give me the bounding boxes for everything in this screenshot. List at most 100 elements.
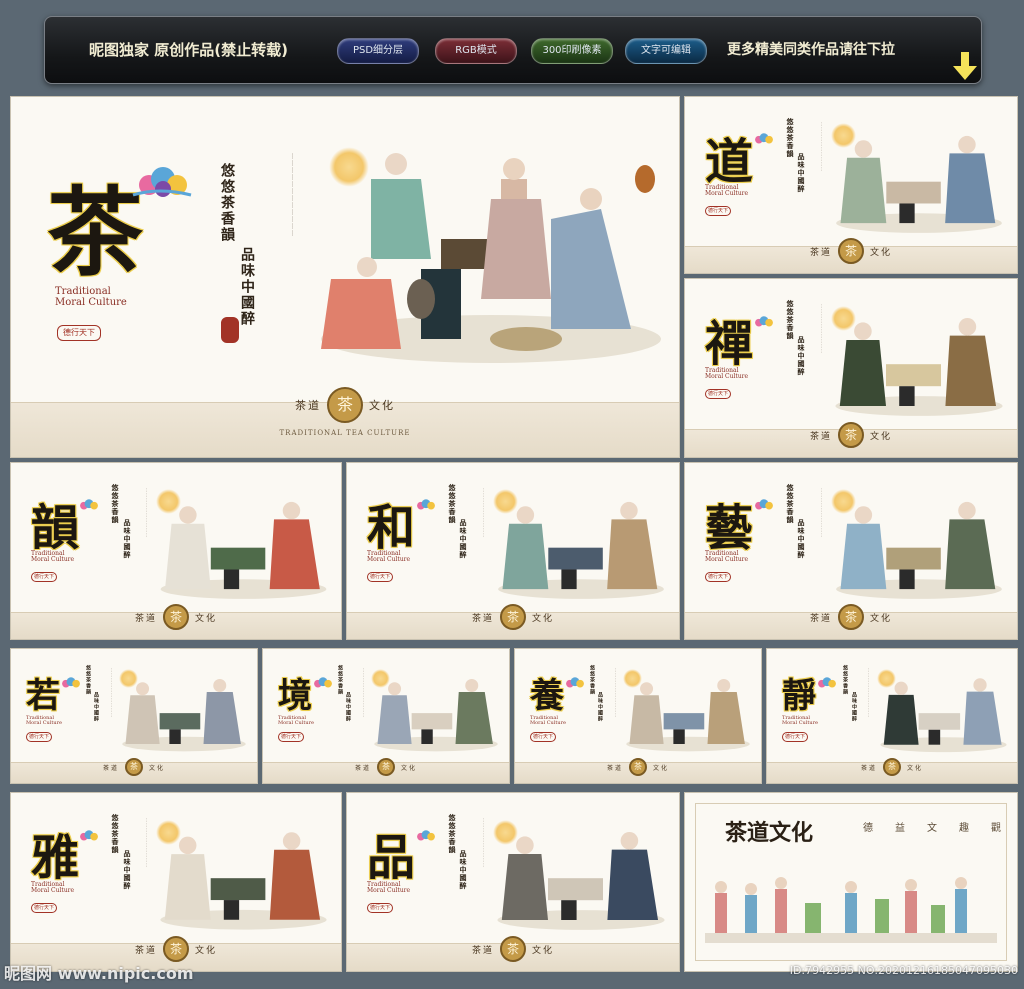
virtue-seal: 德行天下: [530, 732, 557, 742]
tmc-line-2: Moral Culture: [278, 720, 314, 727]
slogan-line-1: 悠悠茶香韻: [111, 814, 120, 854]
tea-scene-illustration: [160, 501, 327, 599]
tea-emblem: 茶道茶文化: [472, 936, 554, 962]
panel-big-char: 道: [705, 134, 754, 190]
emblem-tea-char: 茶: [125, 758, 143, 776]
tmc-label: Traditional Moral Culture: [31, 550, 75, 564]
scroll-char-3: 文: [927, 823, 937, 834]
top-banner: 昵图独家 原创作品(禁止转载) PSD细分层 RGB模式 300印刷像素 文字可…: [44, 16, 982, 84]
tmc-line-2: Moral Culture: [31, 556, 75, 564]
virtue-seal: 德行天下: [26, 732, 53, 742]
tmc-label: Traditional Moral Culture: [367, 881, 410, 895]
auspicious-cloud-icon: [755, 499, 773, 510]
emblem-text-right: 文化: [532, 613, 555, 624]
slogan-line-2: 品味中國醉: [459, 850, 468, 890]
tea-scene-illustration: [497, 832, 665, 930]
slogan-line-2: 品味中國醉: [239, 247, 255, 327]
emblem-text-right: 文化: [195, 613, 218, 624]
tmc-label: Traditional Moral Culture: [26, 715, 62, 727]
tea-scene-illustration: [836, 135, 1002, 233]
auspicious-cloud-icon: [80, 499, 98, 510]
tmc-line-2: Moral Culture: [705, 190, 749, 198]
editable-text-badge: 文字可编辑: [625, 38, 707, 64]
panel-big-char: 禪: [705, 316, 754, 372]
panel-big-char: 若: [26, 676, 60, 716]
traditional-moral-culture-label: Traditional Moral Culture: [55, 286, 127, 308]
auspicious-cloud-icon: [80, 830, 98, 841]
emblem-text-left: 茶道: [809, 431, 832, 442]
emblem-text-left: 茶道: [354, 764, 371, 772]
emblem-text-right: 文化: [532, 945, 555, 956]
emblem-text-right: 文化: [870, 431, 893, 442]
arrow-down-icon[interactable]: [953, 50, 977, 82]
panel-big-char: 藝: [705, 500, 754, 556]
tmc-line-1: Traditional: [55, 286, 111, 297]
scroll-char-1: 德: [863, 823, 873, 834]
main-body-text: ………………………………: [290, 153, 297, 237]
tmc-label: Traditional Moral Culture: [782, 715, 818, 727]
auspicious-cloud-icon: [62, 677, 80, 688]
panel-big-char: 品: [367, 830, 416, 886]
tea-emblem: 茶道茶文化: [607, 758, 669, 776]
tea-panel: 品 Traditional Moral Culture 德行天下………………………… 悠…: [346, 792, 680, 972]
auspicious-cloud-icon: [417, 830, 435, 841]
auspicious-cloud-icon: [417, 499, 435, 510]
emblem-text-left: 茶道: [471, 613, 494, 624]
slogan-line-2: 品味中國醉: [345, 692, 351, 722]
emblem-text-left: 茶道: [134, 613, 157, 624]
emblem-tea-char: 茶: [838, 422, 864, 448]
emblem-tea-char: 茶: [838, 604, 864, 630]
slogan-line-1: 悠悠茶香韻: [448, 484, 457, 524]
emblem-text-left: 茶道: [295, 399, 321, 412]
scroll-down-hint[interactable]: 更多精美同类作品请往下拉: [727, 39, 895, 59]
tmc-line-2: Moral Culture: [367, 556, 411, 564]
virtue-seal: 德行天下: [31, 903, 58, 913]
emblem-text-left: 茶道: [809, 247, 832, 258]
emblem-text-left: 茶道: [102, 764, 119, 772]
virtue-seal: 德行天下: [367, 903, 394, 913]
tea-emblem: 茶道茶文化: [810, 422, 892, 448]
tmc-line-2: Moral Culture: [705, 556, 749, 564]
emblem-text-right: 文化: [870, 613, 893, 624]
banner-title: 昵图独家 原创作品(禁止转载): [89, 41, 288, 59]
tea-panel: 禪 Traditional Moral Culture 德行天下………………………… 悠…: [684, 278, 1018, 458]
tea-panel: 道 Traditional Moral Culture 德行天下………………………… 悠…: [684, 96, 1018, 274]
slogan-line-1: 悠悠茶香韻: [111, 484, 120, 524]
slogan-line-2: 品味中國醉: [797, 153, 806, 193]
emblem-tea-char: 茶: [377, 758, 395, 776]
tea-panel: 若 Traditional Moral Culture 德行天下………………………… 悠…: [10, 648, 258, 784]
auspicious-cloud-icon: [755, 316, 773, 327]
scroll-painting-panel: 茶道文化 德 益 文 趣 觀: [684, 792, 1018, 972]
footer-caption: TRADITIONAL TEA CULTURE: [279, 429, 411, 437]
scroll-side-chars: 德 益 文 趣 觀: [863, 819, 1001, 834]
emblem-text-right: 文化: [870, 247, 893, 258]
tea-emblem: 茶道茶文化: [135, 604, 217, 630]
emblem-tea-char: 茶: [327, 387, 363, 423]
emblem-tea-char: 茶: [883, 758, 901, 776]
tmc-label: Traditional Moral Culture: [278, 715, 314, 727]
virtue-seal: 德行天下: [705, 389, 732, 399]
emblem-tea-char: 茶: [629, 758, 647, 776]
tea-scene-illustration: [160, 832, 327, 930]
scroll-char-4: 趣: [959, 823, 969, 834]
panel-big-char: 養: [530, 676, 564, 716]
slogan-line-2: 品味中國醉: [597, 692, 603, 722]
tea-scene-illustration: [835, 318, 1003, 416]
tea-panel: 藝 Traditional Moral Culture 德行天下………………………… 悠…: [684, 462, 1018, 640]
tea-scene-illustration: [626, 679, 750, 752]
panel-big-char: 靜: [782, 676, 816, 716]
virtue-seal: 德行天下: [705, 572, 732, 582]
virtue-seal: 德行天下: [782, 732, 809, 742]
virtue-seal: 德行天下: [31, 572, 58, 582]
image-id-watermark: ID:7942955 NO:20201216185047095030: [789, 964, 1018, 977]
tea-emblem: 茶道茶文化: [103, 758, 165, 776]
auspicious-cloud-icon: [818, 677, 836, 688]
slogan-line-2: 品味中國醉: [459, 519, 468, 559]
tea-scene-illustration: [836, 501, 1002, 599]
emblem-text-right: 文化: [653, 764, 670, 772]
tea-emblem: 茶道茶文化: [810, 604, 892, 630]
slogan-line-2: 品味中國醉: [797, 336, 806, 376]
tmc-line-2: Moral Culture: [782, 720, 818, 727]
red-seal-small: [221, 317, 239, 343]
tea-emblem: 茶道茶文化: [135, 936, 217, 962]
